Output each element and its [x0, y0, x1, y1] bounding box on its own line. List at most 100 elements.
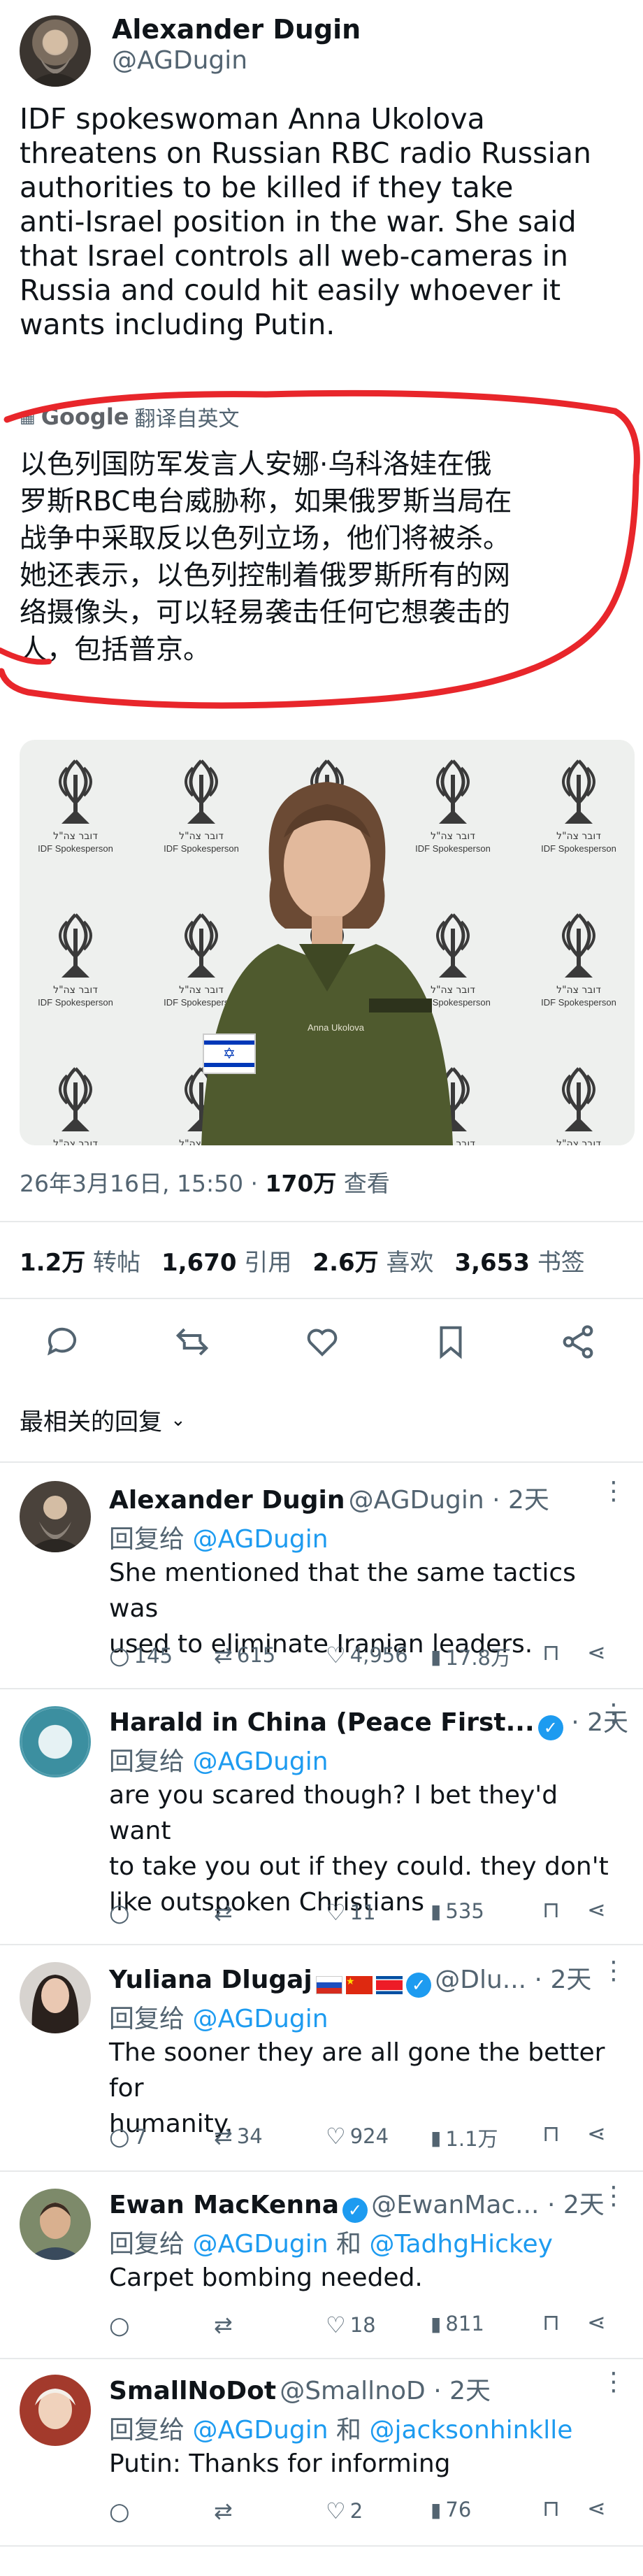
stat-quotes[interactable]: 1,670 引用	[161, 1243, 291, 1278]
replying-to: 回复给 @AGDugin 和 @TadhgHickey	[109, 2230, 553, 2259]
reply-share-button[interactable]: ⋖	[587, 2309, 606, 2335]
reply-author-handle[interactable]: @Dlu...	[435, 1966, 526, 1994]
reply-author-name[interactable]: Yuliana Dlugaj	[109, 1966, 312, 1994]
reply-bookmark-button[interactable]: ⊓	[542, 2120, 560, 2147]
reply-avatar[interactable]	[20, 2375, 91, 2446]
share-icon: ⋖	[587, 2495, 606, 2521]
reply-comment-button[interactable]: ○	[109, 2498, 134, 2526]
share-icon[interactable]	[559, 1323, 597, 1361]
more-options-icon[interactable]: ⋮	[601, 2368, 626, 2396]
reply-like-button[interactable]: ♡ 924	[326, 2123, 389, 2149]
reply-repost-button[interactable]: ⇄	[214, 1899, 237, 1926]
like-icon[interactable]	[303, 1323, 341, 1361]
tweet-timestamp[interactable]: 26年3月16日, 15:50 ·	[20, 1170, 266, 1197]
reply-author-handle[interactable]: @EwanMac...	[371, 2191, 539, 2219]
bookmark-icon[interactable]	[432, 1323, 470, 1361]
replies-header: 最相关的回复	[20, 1408, 162, 1436]
reply-bookmark-button[interactable]: ⊓	[542, 2495, 560, 2521]
reply-like-button[interactable]: ♡ 18	[326, 2312, 376, 2338]
author-name[interactable]: Alexander Dugin	[112, 14, 361, 45]
reply-comment-button[interactable]: ○	[109, 2312, 134, 2340]
bookmark-icon: ⊓	[542, 2120, 560, 2147]
reply-bookmark-button[interactable]: ⊓	[542, 1639, 560, 1666]
stat-bookmarks[interactable]: 3,653 书签	[454, 1243, 584, 1278]
tweet-timestamp-row: 26年3月16日, 15:50 · 170万 查看	[20, 1165, 390, 1198]
mention-link[interactable]: @AGDugin	[192, 1525, 328, 1554]
verified-badge-icon: ✓	[406, 1972, 432, 1998]
mention-link[interactable]: @AGDugin	[192, 2230, 328, 2259]
mention-link[interactable]: @AGDugin	[192, 2416, 328, 2445]
more-options-icon[interactable]: ⋮	[601, 2182, 626, 2210]
reply-author-handle[interactable]: @SmallnoD	[280, 2377, 426, 2405]
author-handle[interactable]: @AGDugin	[112, 46, 247, 75]
mention-link[interactable]: @AGDugin	[192, 1747, 328, 1776]
reply-icon[interactable]	[43, 1323, 81, 1361]
divider	[0, 1688, 643, 1689]
reply-views-button[interactable]: ▮ 17.8万	[431, 1642, 511, 1671]
reply-bookmark-button[interactable]: ⊓	[542, 1896, 560, 1923]
replies-sort-dropdown[interactable]: 最相关的回复 ⌄	[20, 1403, 186, 1437]
tweet-image[interactable]: דובר צה"ל IDF Spokesperson דובר צה"ל IDF Sp…	[20, 740, 635, 1145]
views-icon: ▮	[431, 2126, 442, 2149]
share-icon: ⋖	[587, 2120, 606, 2147]
reply-like-button[interactable]: ♡ 4,956	[326, 1642, 408, 1668]
reply-avatar[interactable]	[20, 1962, 91, 2033]
more-options-icon[interactable]: ⋮	[601, 1477, 626, 1505]
red-annotation-loop	[0, 389, 640, 709]
like-icon: ♡	[326, 1642, 346, 1668]
reply-author-handle[interactable]: @AGDugin	[349, 1486, 484, 1515]
reply-author-name[interactable]: Ewan MacKenna	[109, 2191, 339, 2219]
reply-avatar[interactable]	[20, 1481, 91, 1552]
reply-author-name[interactable]: Alexander Dugin	[109, 1486, 345, 1515]
repost-icon[interactable]	[173, 1323, 211, 1361]
reply-author-name[interactable]: Harald in China (Peace First...	[109, 1708, 535, 1737]
idf-sign-english: IDF Spokesperson	[38, 997, 113, 1008]
divider	[0, 1298, 643, 1299]
russia-flag-icon	[315, 1975, 342, 1994]
reply-avatar[interactable]	[20, 2189, 91, 2260]
mention-link[interactable]: @TadhgHickey	[369, 2230, 553, 2259]
bookmark-icon: ⊓	[542, 1639, 560, 1666]
stat-likes[interactable]: 2.6万 喜欢	[312, 1243, 433, 1278]
like-icon: ♡	[326, 2123, 346, 2149]
reply-author-name[interactable]: SmallNoDot	[109, 2377, 276, 2405]
star-of-david-icon: ✡	[222, 1045, 236, 1063]
reply-repost-button[interactable]: ⇄ 34	[214, 2123, 263, 2149]
reply-share-button[interactable]: ⋖	[587, 1896, 606, 1923]
reply-icon: ○	[109, 1642, 130, 1670]
stat-reposts[interactable]: 1.2万 转帖	[20, 1243, 140, 1278]
idf-sign-english: IDF Spokesperson	[38, 843, 113, 854]
reply-views-button[interactable]: ▮ 535	[431, 1899, 484, 1923]
verified-badge-icon: ✓	[537, 1715, 563, 1740]
more-options-icon[interactable]: ⋮	[601, 1699, 626, 1728]
reply-views-button[interactable]: ▮ 76	[431, 2498, 471, 2521]
reply-comment-button[interactable]: ○	[109, 1899, 134, 1927]
mention-link[interactable]: @jacksonhinklle	[369, 2416, 572, 2445]
reply-avatar[interactable]	[20, 1706, 91, 1777]
divider	[0, 2170, 643, 2172]
reply-share-button[interactable]: ⋖	[587, 2120, 606, 2147]
tweet-line: wants including Putin.	[20, 308, 335, 341]
reply-bookmark-button[interactable]: ⊓	[542, 2309, 560, 2335]
reply-comment-button[interactable]: ○ 145	[109, 1642, 173, 1670]
mention-link[interactable]: @AGDugin	[192, 2005, 328, 2033]
reply-time: · 2天	[484, 1486, 549, 1515]
tweet-line: that Israel controls all web-cameras in	[20, 239, 568, 273]
reply-repost-button[interactable]: ⇄ 615	[214, 1642, 275, 1668]
reply-like-button[interactable]: ♡ 2	[326, 2498, 363, 2524]
idf-sign-hebrew: דובר צה"ל	[53, 831, 98, 842]
reply-share-button[interactable]: ⋖	[587, 2495, 606, 2521]
reply-repost-button[interactable]: ⇄	[214, 2498, 237, 2524]
reply-views-button[interactable]: ▮ 811	[431, 2312, 484, 2335]
author-avatar[interactable]	[20, 15, 91, 87]
reply-like-button[interactable]: ♡ 11	[326, 1899, 376, 1926]
reply-time: · 2天	[539, 2191, 605, 2219]
reply-share-button[interactable]: ⋖	[587, 1639, 606, 1666]
bookmark-icon: ⊓	[542, 1896, 560, 1923]
reply-comment-button[interactable]: ○ 7	[109, 2123, 147, 2151]
reply-views-button[interactable]: ▮ 1.1万	[431, 2123, 498, 2152]
views-icon: ▮	[431, 1899, 442, 1923]
reply-repost-button[interactable]: ⇄	[214, 2312, 237, 2338]
more-options-icon[interactable]: ⋮	[601, 1956, 626, 1985]
like-icon: ♡	[326, 2498, 346, 2524]
